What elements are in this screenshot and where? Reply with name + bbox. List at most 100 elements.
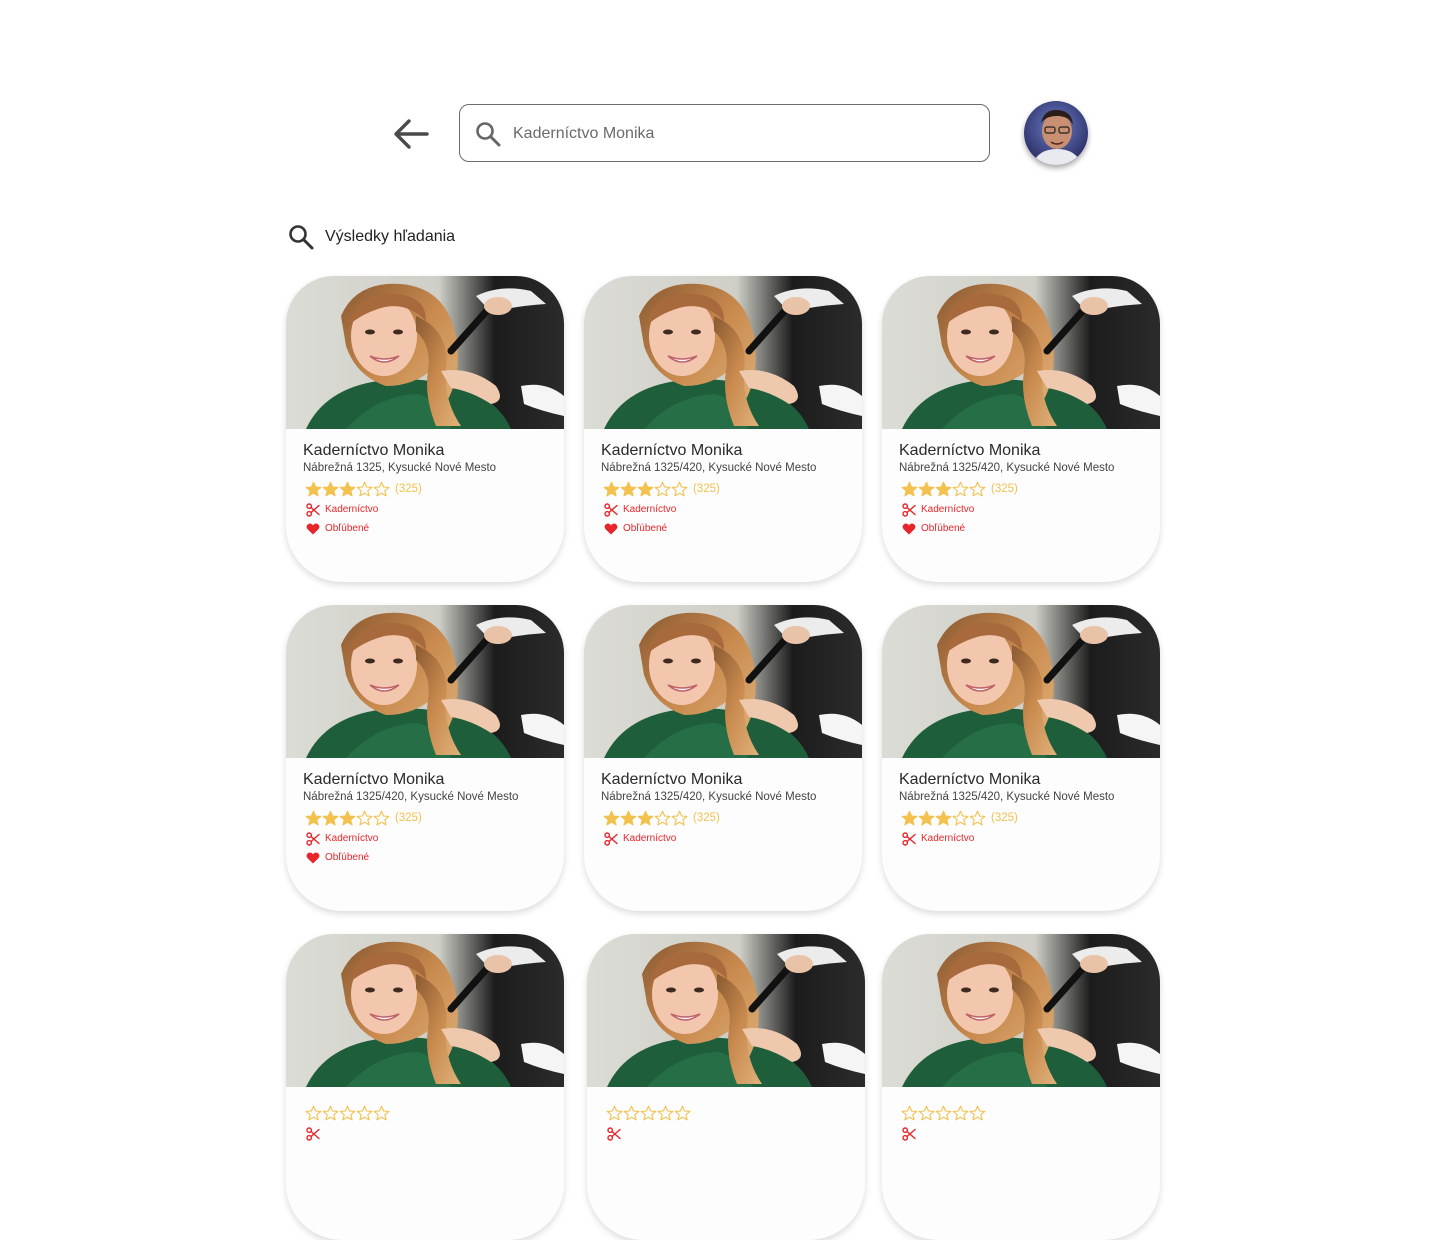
scissors-icon [306,502,320,517]
result-card[interactable]: Kaderníctvo Monika Nábrežná 1325/420, Ky… [584,605,862,911]
star-icon [952,481,969,496]
search-icon [476,122,501,147]
star-icon [305,1105,322,1120]
star-icon [356,810,373,825]
rating [303,1103,554,1123]
category-label: Kaderníctvo [623,833,677,844]
salon-name: Kaderníctvo Monika [601,442,743,459]
review-count: (325) [395,812,422,824]
rating-stars [901,810,986,827]
salon-photo [882,276,1160,429]
favorite-tag[interactable]: Obľúbené [601,520,852,537]
star-icon [322,1105,339,1120]
salon-address: Nábrežná 1325/420, Kysucké Nové Mesto [601,462,817,474]
results-heading: Výsledky hľadania [287,222,455,252]
rating-stars [901,1105,986,1122]
star-icon [305,810,322,825]
favorite-tag[interactable]: Obľúbené [303,849,554,866]
review-count: (325) [395,483,422,495]
favorite-tag[interactable]: Obľúbené [303,520,554,537]
salon-photo [286,276,564,429]
rating-stars [603,481,688,498]
salon-photo [587,934,865,1087]
rating-stars [606,1105,691,1122]
rating-stars [603,810,688,827]
salon-name: Kaderníctvo Monika [303,771,445,788]
star-icon [952,810,969,825]
category-tag [899,1125,1150,1142]
review-count: (325) [693,483,720,495]
scissors-icon [604,831,618,846]
result-card[interactable]: Kaderníctvo Monika Nábrežná 1325/420, Ky… [286,605,564,911]
scissors-icon [604,502,618,517]
star-icon [671,481,688,496]
rating: (325) [899,479,1150,499]
star-icon [339,1105,356,1120]
category-tag: Kaderníctvo [601,830,852,847]
scissors-icon [902,502,916,517]
rating-stars [901,481,986,498]
salon-name: Kaderníctvo Monika [899,771,1041,788]
star-icon [603,481,620,496]
search-bar[interactable] [459,104,990,162]
rating [604,1103,855,1123]
rating: (325) [303,808,554,828]
category-tag [604,1125,855,1142]
salon-name: Kaderníctvo Monika [303,442,445,459]
star-icon [935,481,952,496]
heart-icon [604,523,618,534]
star-icon [356,481,373,496]
search-input[interactable] [513,119,973,149]
results-heading-label: Výsledky hľadania [325,228,456,245]
back-button[interactable] [389,112,433,156]
star-icon [339,810,356,825]
rating: (325) [899,808,1150,828]
rating-stars [305,481,390,498]
result-card[interactable]: Kaderníctvo Monika Nábrežná 1325, Kysuck… [286,276,564,582]
result-card[interactable]: Kaderníctvo Monika Nábrežná 1325/420, Ky… [882,276,1160,582]
result-card[interactable] [882,934,1160,1240]
star-icon [620,481,637,496]
star-icon [623,1105,640,1120]
star-icon [606,1105,623,1120]
result-card[interactable]: Kaderníctvo Monika Nábrežná 1325/420, Ky… [584,276,862,582]
star-icon [901,481,918,496]
scissors-icon [902,1126,916,1141]
result-card[interactable]: Kaderníctvo Monika Nábrežná 1325/420, Ky… [882,605,1160,911]
rating-stars [305,810,390,827]
salon-photo [286,934,564,1087]
category-label: Kaderníctvo [325,833,379,844]
salon-photo [882,934,1160,1087]
review-count: (325) [693,812,720,824]
review-count: (325) [991,812,1018,824]
favorite-label: Obľúbené [325,852,370,863]
star-icon [918,481,935,496]
salon-address: Nábrežná 1325/420, Kysucké Nové Mesto [601,791,817,803]
category-tag: Kaderníctvo [899,830,1150,847]
salon-photo [584,605,862,758]
star-icon [637,810,654,825]
star-icon [969,810,986,825]
star-icon [901,1105,918,1120]
star-icon [640,1105,657,1120]
star-icon [901,810,918,825]
salon-address: Nábrežná 1325/420, Kysucké Nové Mesto [899,462,1115,474]
scissors-icon [902,831,916,846]
result-card[interactable] [286,934,564,1240]
star-icon [935,1105,952,1120]
star-icon [935,810,952,825]
star-icon [637,481,654,496]
star-icon [373,481,390,496]
star-icon [603,810,620,825]
favorite-tag[interactable]: Obľúbené [899,520,1150,537]
category-tag: Kaderníctvo [303,501,554,518]
favorite-label: Obľúbené [921,523,966,534]
scissors-icon [306,1126,320,1141]
avatar[interactable] [1024,101,1088,165]
star-icon [952,1105,969,1120]
result-card[interactable] [587,934,865,1240]
star-icon [654,810,671,825]
salon-address: Nábrežná 1325, Kysucké Nové Mesto [303,462,497,474]
scissors-icon [607,1126,621,1141]
category-tag: Kaderníctvo [601,501,852,518]
